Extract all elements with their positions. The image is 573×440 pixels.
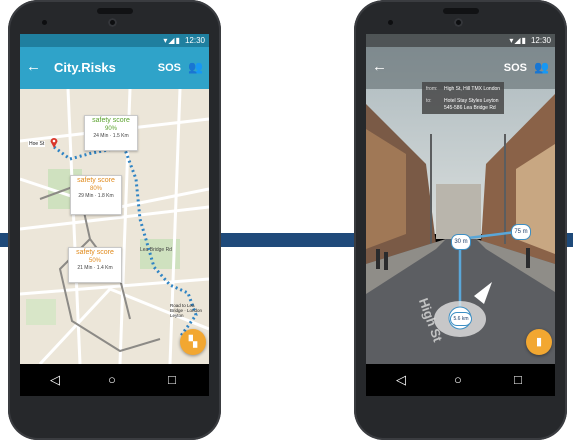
people-icon[interactable]: 👥: [188, 57, 203, 77]
score-title: safety score: [92, 117, 130, 124]
nav-bar: ◁ ○ □: [20, 364, 209, 396]
score-detail: 29 Min · 1.8 Km: [78, 193, 114, 199]
score-card[interactable]: safety score 50% 21 Min · 1.4 Km: [68, 247, 122, 283]
score-value: 50%: [88, 258, 101, 264]
sos-button[interactable]: SOS: [158, 58, 181, 78]
nav-bar: ◁ ○ □: [366, 364, 555, 396]
ar-distance-marker[interactable]: 30 m: [451, 234, 471, 250]
status-bar: ▾◢▮ 12:30: [20, 34, 209, 47]
status-time: 12:30: [184, 36, 205, 45]
map-icon[interactable]: ▮: [526, 329, 552, 355]
sos-button[interactable]: SOS: [504, 58, 527, 78]
route-map[interactable]: Hoe St Lea Bridge Rd Road to Lea Bridge …: [20, 89, 209, 364]
map-pin-icon[interactable]: [50, 137, 58, 148]
score-card[interactable]: safety score 90% 24 Min · 1.5 Km: [84, 115, 138, 151]
status-time: 12:30: [530, 36, 551, 45]
street-label: Hoe St: [28, 141, 46, 147]
left-phone: ▾◢▮ 12:30 ← City.Risks SOS 👥 Hoe St Lea …: [8, 0, 221, 440]
score-detail: 21 Min · 1.4 Km: [77, 265, 113, 271]
proximity-sensor: [388, 20, 393, 25]
earpiece-speaker: [96, 8, 133, 14]
status-bar: ▾◢▮ 12:30: [366, 34, 555, 47]
street-label: Lea Bridge Rd: [140, 247, 172, 253]
to-label: to:: [426, 98, 432, 104]
ar-distance-marker[interactable]: 75 m: [511, 224, 531, 240]
map-fold-icon[interactable]: ▚: [180, 329, 206, 355]
destination-label: Road to Lea Bridge · London Leyton: [170, 303, 203, 318]
score-value: 80%: [89, 186, 102, 192]
earpiece-speaker: [442, 8, 479, 14]
front-camera: [108, 18, 117, 27]
signal-wifi-battery-icon: ▾◢▮: [509, 36, 527, 45]
proximity-sensor: [42, 20, 47, 25]
score-title: safety score: [76, 249, 114, 256]
to-value-2: 545-586 Lea Bridge Rd: [444, 105, 496, 111]
circle-home-icon[interactable]: ○: [454, 371, 462, 389]
right-phone: High St from: High St, Hill TMX London t…: [354, 0, 567, 440]
ar-distance-marker[interactable]: 5.6 km: [450, 312, 472, 326]
score-detail: 24 Min · 1.5 Km: [93, 133, 129, 139]
circle-home-icon[interactable]: ○: [108, 371, 116, 389]
front-camera: [454, 18, 463, 27]
square-recent-icon[interactable]: □: [168, 371, 176, 389]
right-screen: High St from: High St, Hill TMX London t…: [366, 34, 555, 396]
score-value: 90%: [104, 126, 117, 132]
left-screen: ▾◢▮ 12:30 ← City.Risks SOS 👥 Hoe St Lea …: [20, 34, 209, 396]
arrow-left-icon[interactable]: ←: [26, 57, 41, 77]
triangle-back-icon[interactable]: ◁: [50, 371, 60, 389]
arrow-left-icon[interactable]: ←: [372, 57, 387, 77]
square-recent-icon[interactable]: □: [514, 371, 522, 389]
people-icon[interactable]: 👥: [534, 57, 549, 77]
app-title: City.Risks: [54, 60, 116, 75]
signal-wifi-battery-icon: ▾◢▮: [163, 36, 181, 45]
app-bar: ← SOS 👥: [366, 47, 555, 89]
score-title: safety score: [77, 177, 115, 184]
to-value: Hotel Stay Styles Leyton: [444, 98, 499, 104]
triangle-back-icon[interactable]: ◁: [396, 371, 406, 389]
score-card[interactable]: safety score 80% 29 Min · 1.8 Km: [70, 175, 122, 215]
app-bar: ← City.Risks SOS 👥: [20, 47, 209, 89]
